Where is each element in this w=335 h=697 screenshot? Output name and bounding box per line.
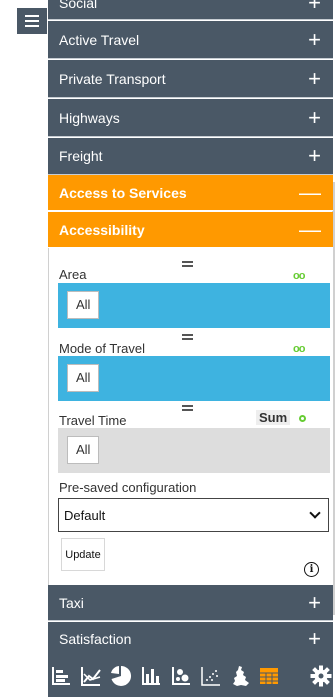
line-chart-icon[interactable] — [80, 665, 102, 687]
expand-icon[interactable]: + — [308, 145, 321, 167]
accordion-taxi[interactable]: Taxi + — [48, 585, 333, 621]
accordion-accessibility[interactable]: Accessibility — — [48, 212, 333, 248]
area-label: Area — [59, 267, 87, 282]
expand-icon[interactable]: + — [308, 106, 321, 129]
bar-chart-icon[interactable] — [140, 665, 162, 687]
mode-value-chip[interactable]: All — [67, 364, 100, 392]
accordion-access-to-services[interactable]: Access to Services — — [48, 175, 333, 211]
collapse-icon[interactable]: — — [299, 181, 321, 204]
link-icon[interactable]: oo — [293, 343, 305, 355]
bubble-chart-icon[interactable] — [170, 665, 192, 687]
travel-time-filter-box[interactable]: All — [58, 428, 330, 473]
collapse-icon[interactable]: — — [299, 218, 321, 241]
accordion-label: Accessibility — [59, 221, 145, 238]
area-filter-box[interactable]: All — [58, 283, 330, 328]
mode-of-travel-label: Mode of Travel — [59, 341, 145, 356]
accordion-label: Taxi — [59, 594, 84, 611]
side-panel: Social + Active Travel + Private Transpo… — [48, 0, 335, 697]
expand-icon[interactable]: + — [308, 591, 321, 614]
link-icon[interactable]: oo — [293, 270, 305, 282]
hamburger-icon-bar — [25, 20, 39, 22]
area-value-chip[interactable]: All — [67, 291, 100, 319]
chevron-down-icon — [309, 506, 321, 519]
accordion-active-travel[interactable]: Active Travel + — [48, 21, 333, 59]
accordion-label: Access to Services — [59, 184, 187, 201]
travel-time-value-chip[interactable]: All — [67, 436, 100, 464]
drag-handle-icon[interactable] — [182, 261, 193, 267]
accordion-label: Freight — [59, 148, 103, 164]
expand-icon[interactable]: + — [308, 0, 321, 14]
update-button[interactable]: Update — [61, 538, 105, 571]
hamburger-icon-bar — [25, 25, 39, 27]
accordion-social[interactable]: Social + — [48, 0, 333, 20]
menu-toggle-button[interactable] — [17, 8, 47, 34]
accordion-label: Active Travel — [59, 31, 140, 48]
expand-icon[interactable]: + — [308, 67, 321, 90]
accordion-freight[interactable]: Freight + — [48, 138, 333, 175]
pre-saved-config-label: Pre-saved configuration — [59, 480, 197, 495]
drag-handle-icon[interactable] — [182, 334, 193, 340]
accordion-label: Private Transport — [59, 70, 166, 87]
aggregation-sum-toggle[interactable]: Sum — [256, 410, 291, 425]
accordion-label: Highways — [59, 109, 120, 126]
table-icon[interactable] — [258, 665, 280, 687]
hamburger-icon-bar — [25, 15, 39, 17]
expand-icon[interactable]: + — [308, 628, 321, 650]
expand-icon[interactable]: + — [308, 28, 321, 51]
accordion-label: Social — [59, 0, 98, 11]
travel-time-label: Travel Time — [59, 413, 127, 428]
drag-handle-icon[interactable] — [182, 405, 193, 411]
map-icon[interactable] — [230, 665, 252, 687]
mode-filter-box[interactable]: All — [58, 356, 330, 401]
accordion-satisfaction[interactable]: Satisfaction + — [48, 622, 333, 656]
scatter-plot-icon[interactable] — [200, 665, 222, 687]
config-selected-value: Default — [64, 507, 106, 523]
chart-toolbar — [48, 656, 333, 697]
settings-gear-icon[interactable] — [310, 665, 332, 687]
pie-chart-icon[interactable] — [110, 665, 132, 687]
app-root: Social + Active Travel + Private Transpo… — [0, 0, 335, 697]
accordion-private-transport[interactable]: Private Transport + — [48, 60, 333, 98]
config-select[interactable]: Default — [58, 498, 329, 532]
accordion-highways[interactable]: Highways + — [48, 99, 333, 137]
link-circle-icon[interactable] — [299, 415, 306, 422]
stacked-bar-icon[interactable] — [50, 665, 72, 687]
info-icon[interactable]: i — [304, 562, 319, 577]
accordion-label: Satisfaction — [59, 631, 132, 647]
